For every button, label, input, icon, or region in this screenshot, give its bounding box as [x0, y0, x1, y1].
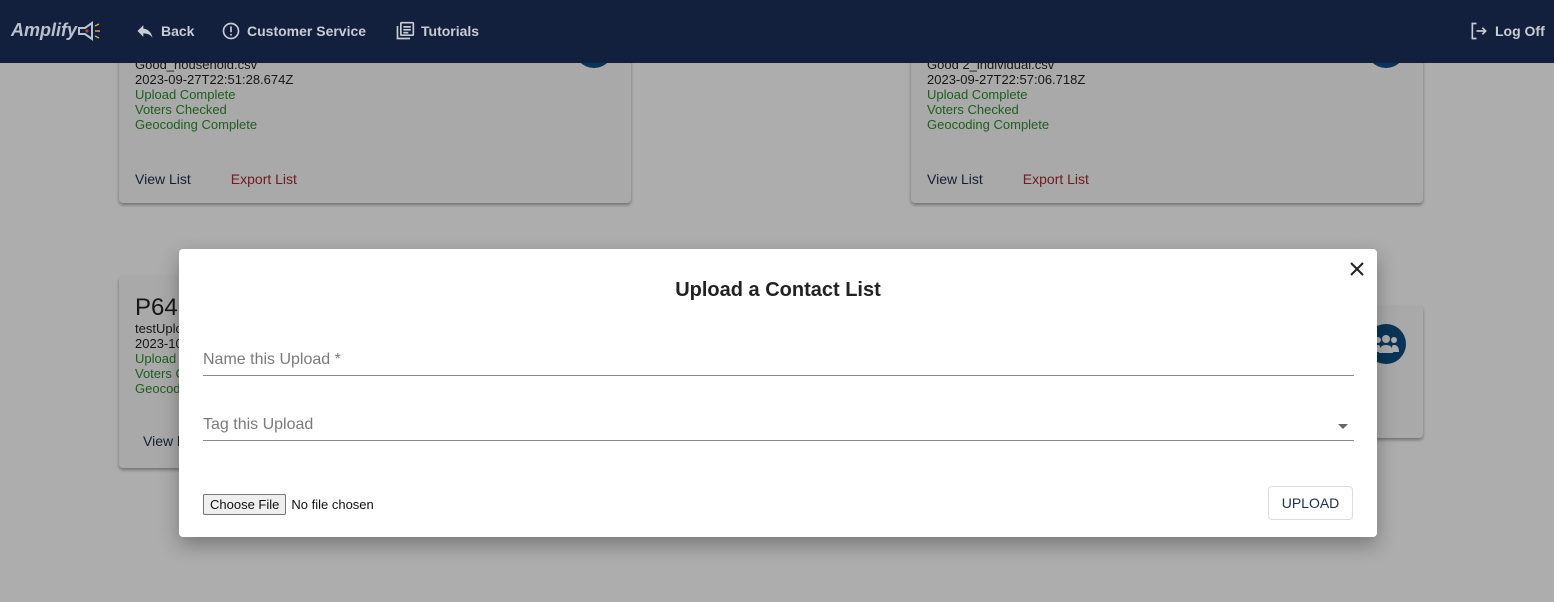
tag-upload-field	[203, 416, 1354, 441]
close-button[interactable]	[1349, 261, 1365, 277]
megaphone-icon	[78, 20, 101, 41]
back-label: Back	[161, 23, 195, 39]
dialog-title: Upload a Contact List	[675, 279, 881, 301]
tutorials-button[interactable]: Tutorials	[395, 21, 479, 41]
close-icon	[1350, 262, 1364, 276]
reply-arrow-icon	[137, 25, 153, 38]
file-status: No file chosen	[291, 497, 374, 512]
alert-circle-icon	[222, 22, 240, 40]
customer-service-button[interactable]: Customer Service	[221, 21, 366, 41]
choose-file-button[interactable]: Choose File	[203, 494, 287, 515]
dropdown-arrow-icon[interactable]	[1338, 424, 1348, 429]
upload-contact-list-dialog: Upload a Contact List Choose File No fil…	[179, 249, 1377, 537]
logout-icon	[1471, 22, 1487, 40]
library-books-icon	[396, 21, 415, 40]
customer-service-label: Customer Service	[247, 23, 367, 39]
tag-upload-select[interactable]	[203, 416, 1354, 440]
back-button[interactable]: Back	[135, 21, 194, 41]
log-off-label: Log Off	[1495, 23, 1545, 39]
logo-text: Amplify	[11, 20, 78, 40]
name-upload-field	[203, 351, 1354, 376]
tutorials-label: Tutorials	[421, 23, 480, 39]
name-upload-input[interactable]	[203, 351, 1354, 375]
amplify-logo[interactable]: Amplify	[11, 20, 101, 41]
top-nav-bar: Amplify Back Customer Service Tutorials …	[0, 0, 1554, 63]
log-off-button[interactable]: Log Off	[1469, 21, 1545, 41]
file-picker: Choose File No file chosen	[203, 494, 374, 515]
upload-button[interactable]: UPLOAD	[1268, 486, 1353, 520]
